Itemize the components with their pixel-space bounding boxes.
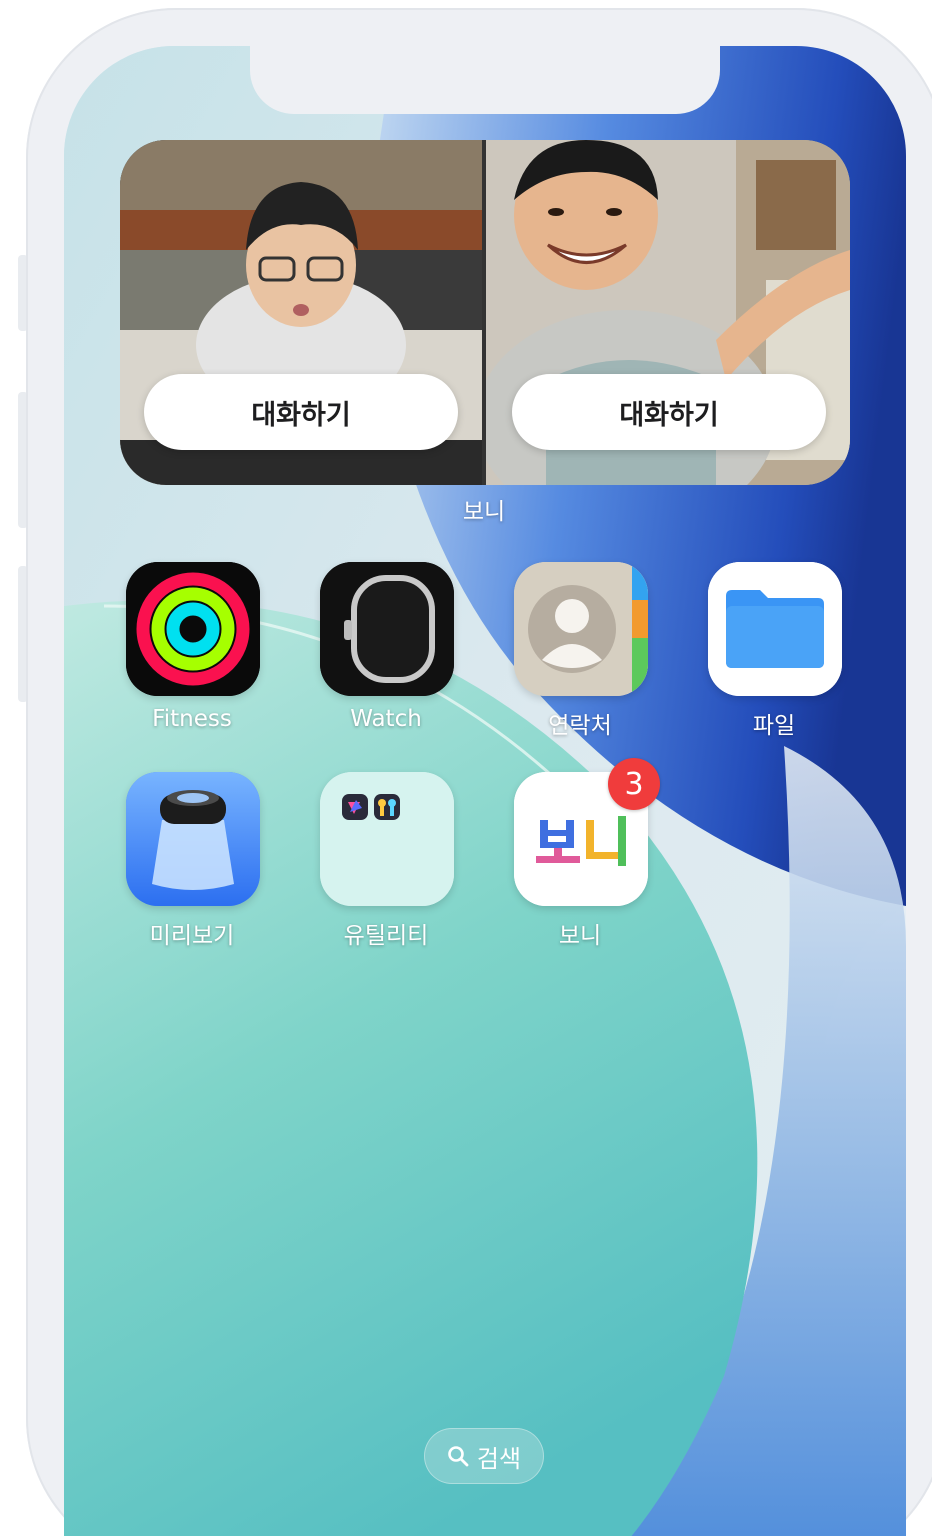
watch-icon <box>320 562 454 696</box>
app-label: 미리보기 <box>149 923 235 949</box>
app-label: Watch <box>350 706 422 732</box>
app-boni[interactable]: 3 보니 <box>490 758 670 972</box>
search-label: 검색 <box>476 1444 522 1473</box>
app-fitness[interactable]: Fitness <box>102 562 282 762</box>
app-watch[interactable]: Watch <box>296 562 476 762</box>
notification-badge: 3 <box>608 758 660 810</box>
folder-utilities[interactable]: 유틸리티 <box>296 772 476 972</box>
widget-label: 보니 <box>462 499 506 525</box>
app-label: 파일 <box>752 713 796 739</box>
utilities-folder-icon <box>320 772 454 906</box>
app-label: Fitness <box>152 706 232 732</box>
search-button[interactable]: 검색 <box>424 1428 544 1484</box>
notch <box>250 46 720 114</box>
preview-loupe-icon <box>126 772 260 906</box>
activity-rings-icon <box>126 562 260 696</box>
child-photo-left: 대화하기 <box>120 140 482 485</box>
talk-button-left[interactable]: 대화하기 <box>144 374 458 450</box>
search-icon <box>448 1446 469 1467</box>
app-label: 보니 <box>558 923 602 949</box>
app-contacts[interactable]: 연락처 <box>490 562 670 762</box>
app-files[interactable]: 파일 <box>684 562 864 762</box>
talk-button-right[interactable]: 대화하기 <box>512 374 826 450</box>
home-screen: 대화하기 대화하기 보니 Fitness Watch 연락처 파일 미리보기 유… <box>0 0 932 1536</box>
folder-icon <box>708 562 842 696</box>
app-preview[interactable]: 미리보기 <box>102 772 282 972</box>
conversation-widget[interactable]: 대화하기 대화하기 <box>120 140 850 485</box>
app-label: 연락처 <box>548 713 612 739</box>
contacts-icon <box>514 562 648 696</box>
app-label: 유틸리티 <box>343 923 429 949</box>
child-photo-right: 대화하기 <box>486 140 850 485</box>
